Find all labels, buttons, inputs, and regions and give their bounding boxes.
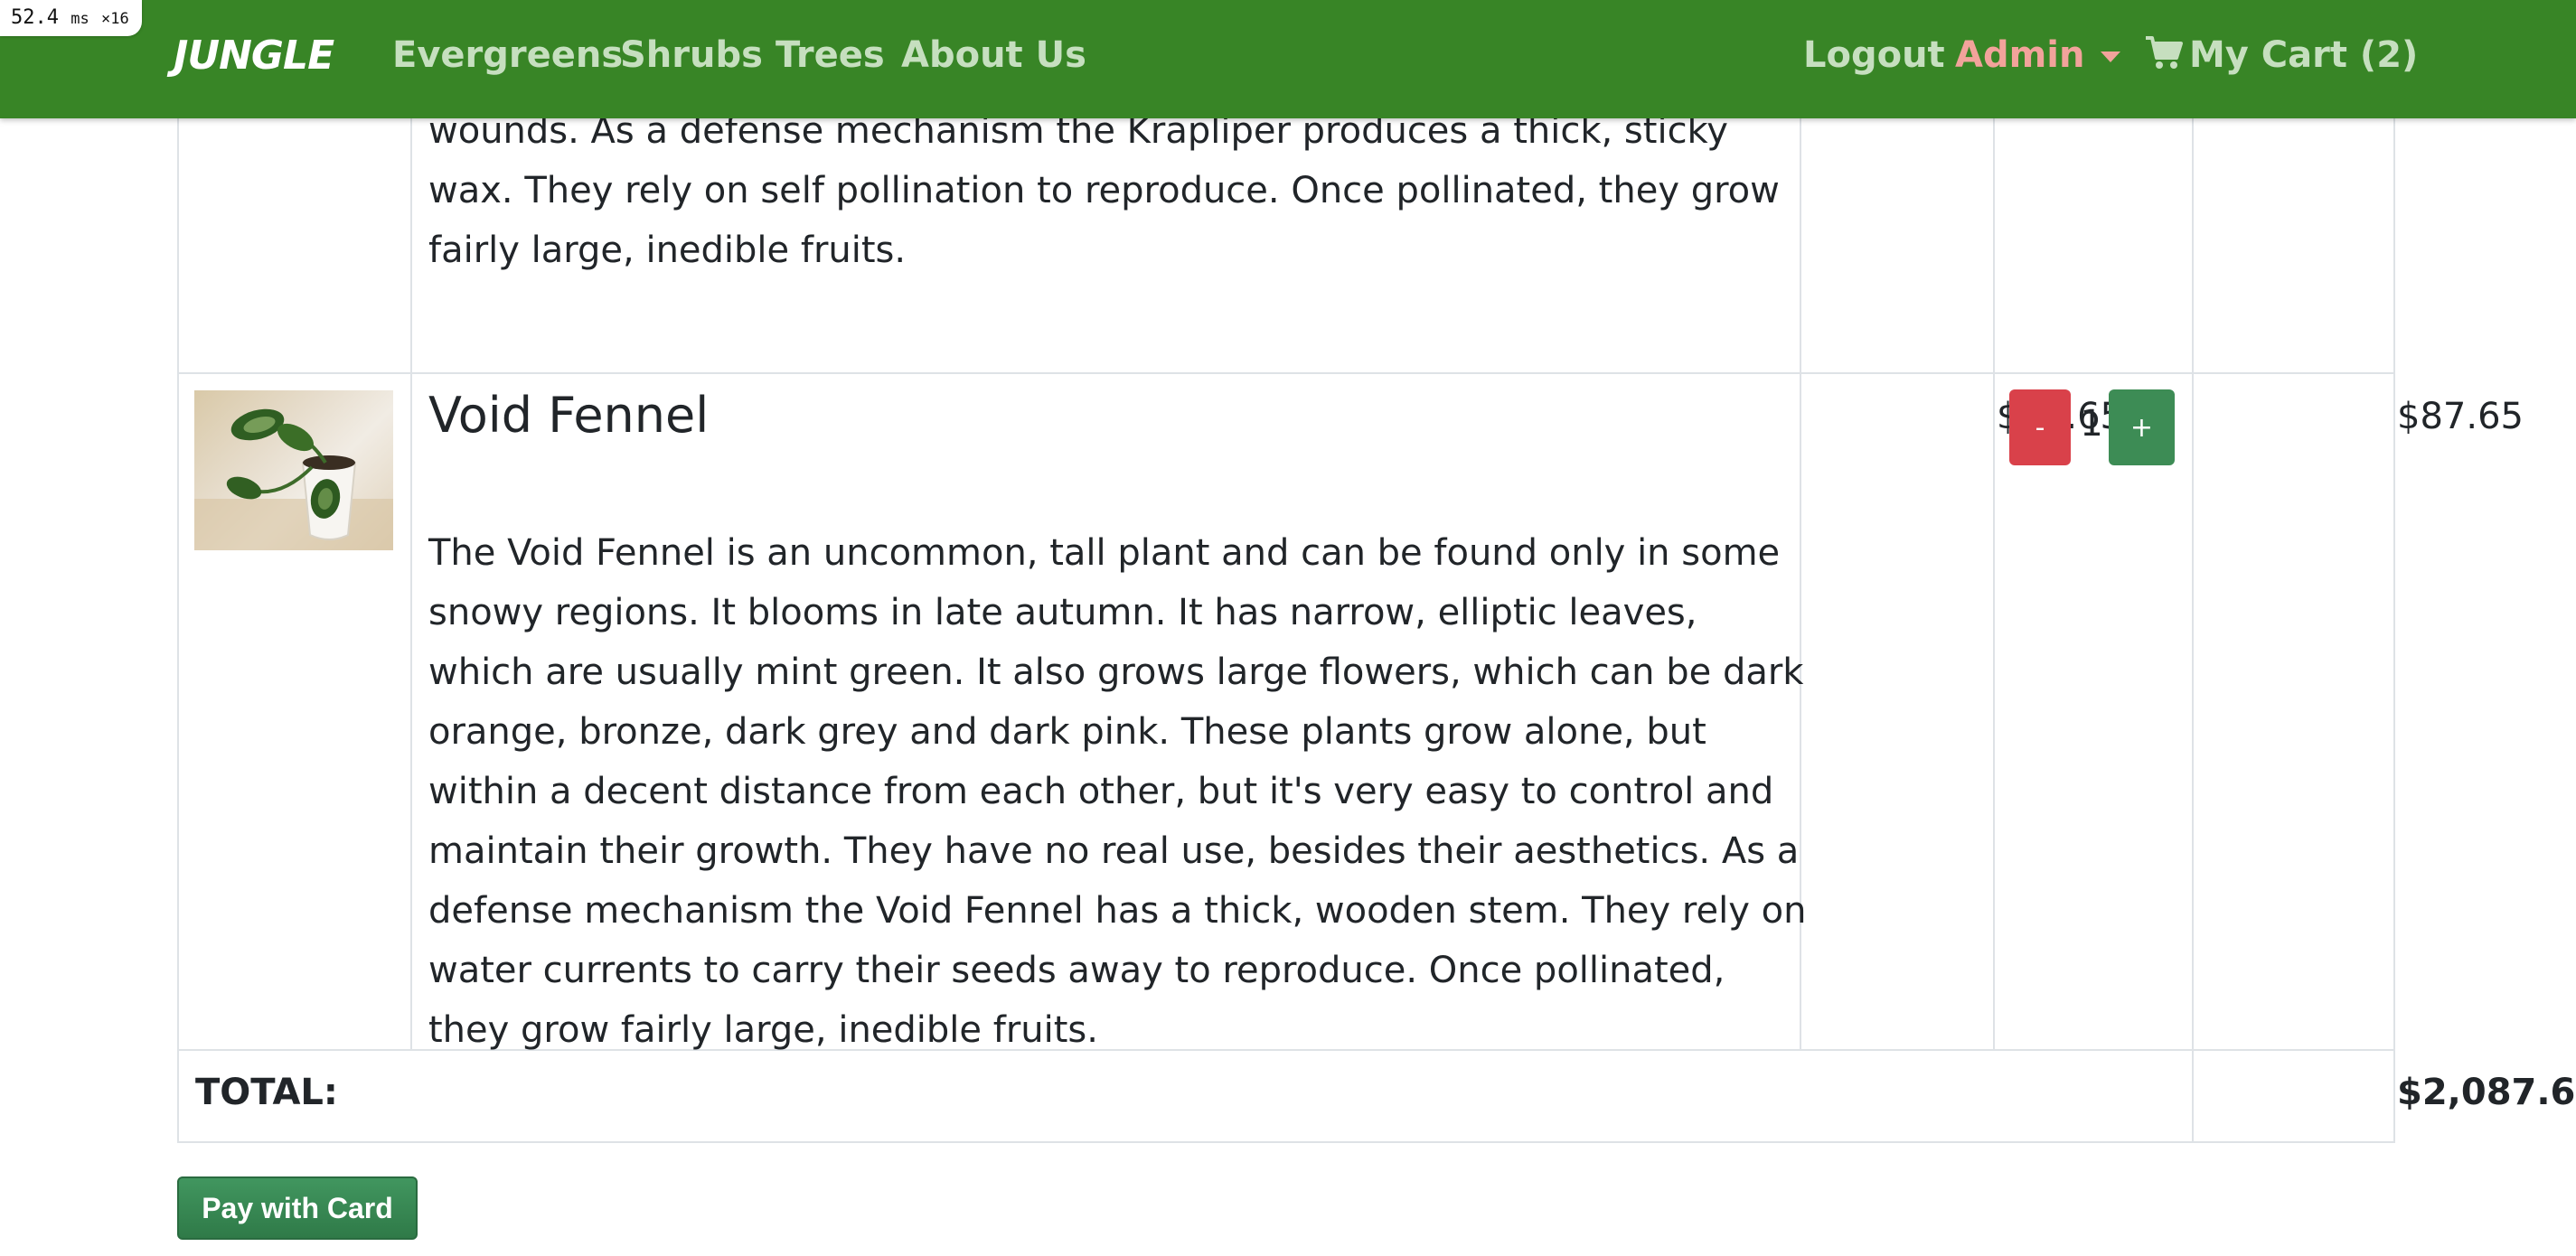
column-divider	[410, 0, 412, 1049]
column-divider	[1993, 0, 1995, 1049]
product-name[interactable]: Void Fennel	[428, 387, 709, 444]
my-cart-label: My Cart (2)	[2189, 34, 2419, 76]
potted-plant-image	[194, 390, 393, 550]
nav-link-evergreens[interactable]: Evergreens	[392, 34, 623, 76]
my-cart-link[interactable]: My Cart (2)	[2144, 34, 2418, 76]
line-total: $87.65	[2397, 396, 2524, 437]
cart-table: These plants grow within short distances…	[177, 0, 2576, 1143]
increase-quantity-button[interactable]: +	[2109, 389, 2175, 465]
cart-page: These plants grow within short distances…	[0, 0, 2576, 1256]
perf-overlay: 52.4 ms ×16	[0, 0, 142, 36]
total-label: TOTAL:	[195, 1072, 338, 1113]
brand-logo[interactable]: JUNGLE	[174, 33, 334, 79]
perf-multiplier: ×16	[100, 10, 129, 28]
quantity-value: 1	[2080, 403, 2103, 445]
product-description: The Void Fennel is an uncommon, tall pla…	[428, 532, 1807, 1051]
nav-link-trees[interactable]: Trees	[776, 34, 885, 76]
top-navbar: JUNGLE Evergreens Shrubs Trees About Us …	[0, 0, 2576, 118]
perf-unit: ms	[71, 10, 89, 28]
column-divider	[2192, 0, 2194, 1143]
row-divider	[179, 372, 2393, 374]
admin-label: Admin	[1955, 34, 2085, 76]
decrease-quantity-button[interactable]: -	[2009, 389, 2071, 465]
total-value: $2,087.64	[2397, 1072, 2576, 1113]
caret-down-icon	[2101, 52, 2121, 62]
nav-link-about-us[interactable]: About Us	[901, 34, 1086, 76]
pay-with-card-button[interactable]: Pay with Card	[177, 1176, 418, 1240]
nav-link-shrubs[interactable]: Shrubs	[620, 34, 763, 76]
logout-link[interactable]: Logout	[1803, 34, 1945, 76]
perf-ms: 52.4	[11, 6, 59, 29]
admin-dropdown[interactable]: Admin	[1955, 34, 2121, 76]
shopping-cart-icon	[2146, 36, 2183, 69]
